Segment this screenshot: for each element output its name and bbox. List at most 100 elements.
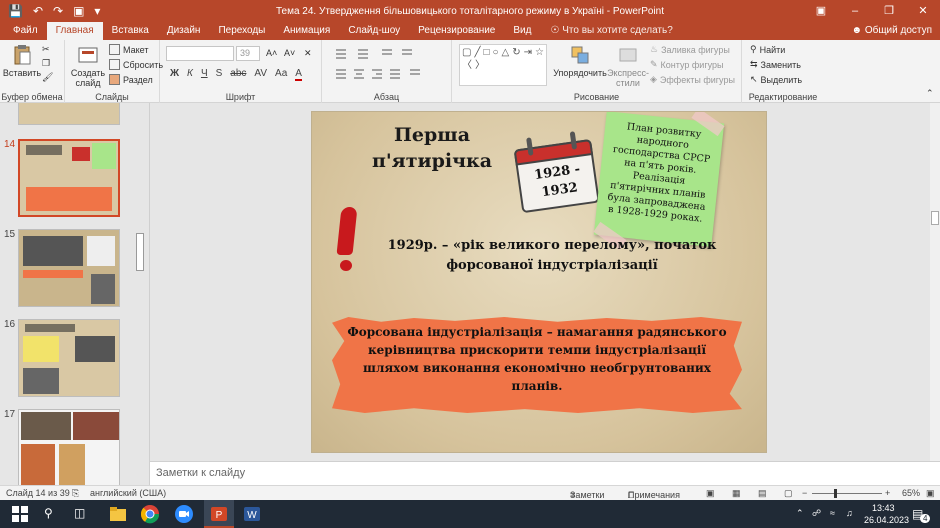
thumbnail-number: 14 <box>4 139 16 150</box>
shapes-gallery-icon: ▢╱□○△↻⇥☆〈〉 <box>462 47 547 71</box>
clock-time[interactable]: 13:43 <box>872 503 895 513</box>
sticky-note-text: План розвитку народного господарства СРС… <box>607 121 711 225</box>
zoom-slider-thumb[interactable] <box>834 489 837 498</box>
slide-statement[interactable]: 1929р. – «рік великого перелому», почато… <box>352 236 752 276</box>
tab-file[interactable]: Файл <box>4 22 47 40</box>
tell-me-search[interactable]: ☉ Что вы хотите сделать? <box>540 22 672 40</box>
new-slide-button[interactable]: Создать слайд <box>69 44 107 88</box>
zoom-slider[interactable] <box>812 493 882 494</box>
paste-button[interactable]: Вставить <box>3 44 41 78</box>
font-name-field[interactable] <box>166 46 234 61</box>
show-hidden-icons[interactable]: ⌃ <box>796 508 804 519</box>
strikethrough-button[interactable]: abc <box>230 68 246 81</box>
collapse-ribbon-icon[interactable]: ⌃ <box>926 88 934 99</box>
underline-button[interactable]: Ч <box>201 68 208 81</box>
network-icon[interactable]: ☍ <box>812 508 821 519</box>
zoom-level[interactable]: 65% <box>902 488 920 498</box>
tab-home[interactable]: Главная <box>46 22 103 40</box>
italic-button[interactable]: К <box>187 68 193 81</box>
tab-slideshow[interactable]: Слайд-шоу <box>339 22 409 40</box>
slideshow-start-icon[interactable]: ▣ <box>73 4 84 18</box>
slide-canvas[interactable]: Перша п'ятирічка 1928 - 1932 План розвит… <box>311 111 767 453</box>
volume-icon[interactable]: ♫ <box>846 508 853 518</box>
bold-button[interactable]: Ж <box>170 68 179 81</box>
copy-icon[interactable]: ❐ <box>42 58 50 69</box>
font-color-button[interactable]: A <box>295 68 302 81</box>
definition-text[interactable]: Форсована індустріалізація – намагання р… <box>347 317 727 395</box>
slide-sorter-icon[interactable]: ▦ <box>732 488 741 499</box>
file-explorer-icon[interactable] <box>108 504 128 524</box>
thumb-text-block <box>87 236 115 266</box>
language-indicator[interactable]: английский (США) <box>90 488 166 498</box>
zoom-out-button[interactable]: − <box>802 488 807 498</box>
zoom-in-button[interactable]: + <box>885 488 890 498</box>
replace-button[interactable]: ⇆ Заменить <box>750 59 801 70</box>
share-button[interactable]: ☻ Общий доступ <box>852 22 933 40</box>
ribbon-display-options-button[interactable]: ▣ <box>804 0 838 22</box>
shapes-gallery[interactable]: ▢╱□○△↻⇥☆〈〉 <box>459 44 547 86</box>
select-button[interactable]: ↖ Выделить <box>750 74 802 85</box>
word-icon[interactable]: W <box>242 504 262 524</box>
normal-view-icon[interactable]: ▣ <box>706 488 715 499</box>
minimize-button[interactable]: – <box>838 0 872 22</box>
search-icon[interactable]: ⚲ <box>44 506 53 520</box>
slide-scroll-thumb[interactable] <box>931 211 939 225</box>
slideshow-view-icon[interactable]: ▢ <box>784 488 793 499</box>
windows-start-icon[interactable] <box>10 504 30 524</box>
increase-font-icon[interactable]: A˄ <box>266 48 277 58</box>
shape-outline-button[interactable]: ✎ Контур фигуры <box>650 59 723 70</box>
drawing-label: Рисование <box>573 92 620 102</box>
tab-view[interactable]: Вид <box>504 22 540 40</box>
thumbnail-scroll-thumb[interactable] <box>136 233 144 271</box>
clear-formatting-icon[interactable]: ✕ <box>304 48 312 59</box>
clock-date[interactable]: 26.04.2023 <box>864 515 909 525</box>
task-view-icon[interactable]: ◫ <box>74 506 85 520</box>
paragraph-controls-icon[interactable] <box>332 46 442 82</box>
shape-effects-button[interactable]: ◈ Эффекты фигуры <box>650 74 735 85</box>
taskbar-powerpoint[interactable]: P <box>204 500 234 528</box>
slide-thumbnail-17[interactable] <box>18 409 120 485</box>
calendar-graphic[interactable]: 1928 - 1932 <box>512 127 602 215</box>
slide-thumbnail-13[interactable] <box>18 103 120 125</box>
shadow-button[interactable]: S <box>216 68 223 81</box>
redo-icon[interactable]: ↷ <box>53 4 63 18</box>
slide-thumbnail-16[interactable] <box>18 319 120 397</box>
slide-thumbnail-14[interactable] <box>18 139 120 217</box>
reset-button[interactable]: Сбросить <box>109 59 163 70</box>
spellcheck-icon[interactable]: ⎘ <box>72 488 79 499</box>
tab-animations[interactable]: Анимация <box>274 22 339 40</box>
maximize-button[interactable]: ❐ <box>872 0 906 22</box>
slide-scrollbar[interactable] <box>930 103 940 461</box>
shape-fill-button[interactable]: ♨ Заливка фигуры <box>650 44 730 55</box>
tab-review[interactable]: Рецензирование <box>409 22 504 40</box>
layout-button[interactable]: Макет <box>109 44 148 55</box>
tab-insert[interactable]: Вставка <box>103 22 158 40</box>
sticky-note[interactable]: План розвитку народного господарства СРС… <box>593 112 725 247</box>
find-button[interactable]: ⚲ Найти <box>750 44 785 55</box>
format-painter-icon[interactable]: 🖌 <box>42 72 53 83</box>
thumbnail-scrollbar[interactable] <box>134 103 146 485</box>
change-case-button[interactable]: Aa <box>275 68 287 81</box>
char-spacing-button[interactable]: AV <box>254 68 267 81</box>
close-button[interactable]: ✕ <box>906 0 940 22</box>
save-icon[interactable]: 💾 <box>8 4 23 18</box>
reading-view-icon[interactable]: ▤ <box>758 488 767 499</box>
tab-transitions[interactable]: Переходы <box>209 22 274 40</box>
notes-pane[interactable]: Заметки к слайду <box>150 461 940 485</box>
chrome-icon[interactable] <box>140 504 160 524</box>
tab-design[interactable]: Дизайн <box>158 22 210 40</box>
cut-icon[interactable]: ✂ <box>42 44 50 55</box>
quick-styles-button[interactable]: Экспресс-стили <box>607 44 649 88</box>
arrange-button[interactable]: Упорядочить <box>552 44 608 78</box>
zoom-app-icon[interactable] <box>174 504 194 524</box>
search-icon: ⚲ <box>750 44 757 54</box>
decrease-font-icon[interactable]: A˅ <box>284 48 295 58</box>
fit-slide-icon[interactable]: ▣ <box>926 488 935 499</box>
slide-thumbnail-15[interactable] <box>18 229 120 307</box>
customize-qat-icon[interactable]: ▾ <box>94 4 100 18</box>
undo-icon[interactable]: ↶ <box>33 4 43 18</box>
font-size-field[interactable]: 39 <box>236 46 260 61</box>
slide-title[interactable]: Перша п'ятирічка <box>352 122 512 174</box>
wifi-icon[interactable]: ≈ <box>830 508 835 518</box>
section-button[interactable]: Раздел <box>109 74 153 85</box>
